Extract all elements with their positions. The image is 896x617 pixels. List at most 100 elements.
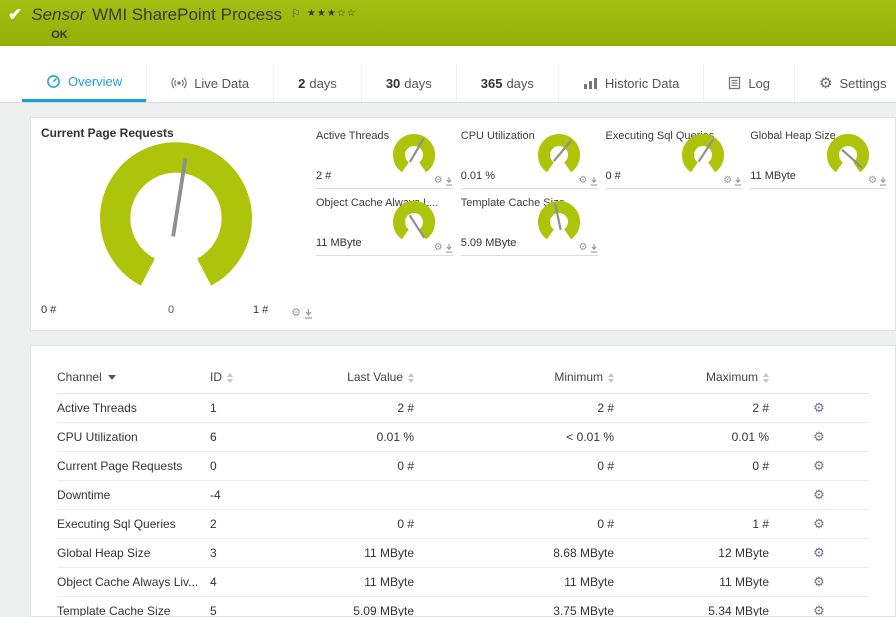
gauge-settings-gear-icon[interactable]: ⚙ [579, 243, 588, 253]
gauge-settings-gear-icon[interactable]: ⚙ [579, 176, 588, 186]
tab-label: days [309, 76, 336, 91]
gear-icon: ⚙ [819, 76, 832, 91]
flag-icon[interactable]: ⚐ [291, 7, 301, 20]
main-gauge-dial [93, 140, 259, 292]
column-header-maximum[interactable]: Maximum [614, 362, 769, 394]
tab-label: Settings [840, 76, 887, 91]
bar-chart-icon [583, 77, 598, 90]
gauge-pin-icon[interactable] [734, 177, 742, 186]
main-gauge-scale: 0 # 0 1 # ⚙ [41, 304, 313, 318]
column-header-minimum[interactable]: Minimum [414, 362, 614, 394]
mini-gauge-dial [532, 200, 586, 244]
mini-gauge-cpu-utilization: CPU Utilization 0.01 % ⚙ [461, 128, 598, 189]
channel-name[interactable]: Global Heap Size [57, 539, 210, 568]
channel-id: 5 [210, 597, 302, 617]
gauge-settings-gear-icon[interactable]: ⚙ [723, 176, 732, 186]
channel-id: 3 [210, 539, 302, 568]
mini-gauge-dial [821, 133, 875, 177]
gauge-settings-gear-icon[interactable]: ⚙ [291, 308, 301, 319]
table-row[interactable]: CPU Utilization 6 0.01 % < 0.01 % 0.01 %… [57, 423, 869, 452]
channel-settings-icon[interactable]: ⚙ [813, 545, 825, 560]
channels-table-panel: Channel ID Last Value Minimum Maximum [30, 345, 896, 617]
channel-name[interactable]: Template Cache Size [57, 597, 210, 617]
channel-settings-icon[interactable]: ⚙ [813, 487, 825, 502]
table-row[interactable]: Downtime -4 ⚙ [57, 481, 869, 510]
mini-gauge-dial [676, 133, 730, 177]
tab-historic-data[interactable]: Historic Data [558, 64, 703, 102]
gauge-settings-gear-icon[interactable]: ⚙ [434, 176, 443, 186]
table-row[interactable]: Active Threads 1 2 # 2 # 2 # ⚙ [57, 394, 869, 423]
channel-maximum: 1 # [614, 510, 769, 539]
priority-stars[interactable]: ★★★☆☆ [307, 8, 357, 19]
mini-gauge-active-threads: Active Threads 2 # ⚙ [316, 128, 453, 189]
channel-settings-icon[interactable]: ⚙ [813, 603, 825, 617]
status-badge: OK [51, 29, 356, 41]
channel-settings-icon[interactable]: ⚙ [813, 458, 825, 473]
channel-last-value: 11 MByte [302, 568, 414, 597]
table-row[interactable]: Object Cache Always Liv... 4 11 MByte 11… [57, 568, 869, 597]
tab-number: 365 [481, 76, 503, 91]
gauge-pin-icon[interactable] [590, 177, 598, 186]
tab-30-days[interactable]: 30 days [361, 64, 456, 102]
channel-id: 2 [210, 510, 302, 539]
channel-maximum [614, 481, 769, 510]
column-header-id[interactable]: ID [210, 362, 302, 394]
gauge-pin-icon[interactable] [304, 309, 313, 319]
tab-number: 2 [298, 76, 305, 91]
channel-name[interactable]: Downtime [57, 481, 210, 510]
gauge-pin-icon[interactable] [879, 177, 887, 186]
tab-log[interactable]: Log [703, 64, 794, 102]
table-row[interactable]: Template Cache Size 5 5.09 MByte 3.75 MB… [57, 597, 869, 617]
tab-2-days[interactable]: 2 days [273, 64, 361, 102]
channel-id: 6 [210, 423, 302, 452]
channel-settings-icon[interactable]: ⚙ [813, 429, 825, 444]
channels-table: Channel ID Last Value Minimum Maximum [57, 362, 869, 617]
sensor-header-bar: ✔ Sensor WMI SharePoint Process ⚐ ★★★☆☆ … [0, 0, 896, 46]
channel-last-value [302, 481, 414, 510]
channel-settings-icon[interactable]: ⚙ [813, 574, 825, 589]
tab-overview[interactable]: Overview [22, 64, 146, 102]
column-header-channel[interactable]: Channel [57, 362, 210, 394]
tab-label: days [506, 76, 533, 91]
gauge-mid-label: 0 [168, 304, 174, 316]
mini-gauge-dial [387, 200, 441, 244]
channel-name[interactable]: Executing Sql Queries [57, 510, 210, 539]
table-row[interactable]: Current Page Requests 0 0 # 0 # 0 # ⚙ [57, 452, 869, 481]
sort-both-icon [763, 373, 769, 383]
mini-gauge-value: 5.09 MByte [461, 237, 517, 249]
tab-365-days[interactable]: 365 days [456, 64, 558, 102]
page-title: WMI SharePoint Process [92, 5, 282, 25]
channel-settings-icon[interactable]: ⚙ [813, 516, 825, 531]
channel-name[interactable]: Current Page Requests [57, 452, 210, 481]
channel-name[interactable]: Object Cache Always Liv... [57, 568, 210, 597]
gauges-panel: Current Page Requests 0 # 0 1 # ⚙ Active… [30, 117, 896, 331]
gauge-settings-gear-icon[interactable]: ⚙ [868, 176, 877, 186]
channel-minimum: 8.68 MByte [414, 539, 614, 568]
channel-settings-icon[interactable]: ⚙ [813, 400, 825, 415]
table-row[interactable]: Executing Sql Queries 2 0 # 0 # 1 # ⚙ [57, 510, 869, 539]
channel-minimum: 2 # [414, 394, 614, 423]
sensor-title-block: Sensor WMI SharePoint Process ⚐ ★★★☆☆ OK [31, 5, 356, 41]
channel-id: 1 [210, 394, 302, 423]
gauge-pin-icon[interactable] [445, 177, 453, 186]
channel-minimum: 0 # [414, 452, 614, 481]
gauge-settings-gear-icon[interactable]: ⚙ [434, 243, 443, 253]
tab-settings[interactable]: ⚙ Settings [794, 64, 896, 102]
channel-name[interactable]: Active Threads [57, 394, 210, 423]
tab-label: days [404, 76, 431, 91]
mini-gauge-value: 11 MByte [750, 170, 796, 182]
tab-bar: Overview Live Data 2 days 30 days 365 da… [0, 64, 896, 103]
gauge-pin-icon[interactable] [445, 244, 453, 253]
mini-gauge-object-cache: Object Cache Always L... 11 MByte ⚙ [316, 195, 453, 256]
mini-gauge-dial [387, 133, 441, 177]
gauge-pin-icon[interactable] [590, 244, 598, 253]
content-area: Current Page Requests 0 # 0 1 # ⚙ Active… [0, 103, 896, 617]
channel-name[interactable]: CPU Utilization [57, 423, 210, 452]
tab-label: Live Data [194, 76, 249, 91]
channel-minimum: < 0.01 % [414, 423, 614, 452]
column-header-last-value[interactable]: Last Value [302, 362, 414, 394]
main-gauge-title: Current Page Requests [41, 126, 313, 140]
table-row[interactable]: Global Heap Size 3 11 MByte 8.68 MByte 1… [57, 539, 869, 568]
tab-live-data[interactable]: Live Data [146, 64, 273, 102]
mini-gauge-template-cache-size: Template Cache Size 5.09 MByte ⚙ [461, 195, 598, 256]
